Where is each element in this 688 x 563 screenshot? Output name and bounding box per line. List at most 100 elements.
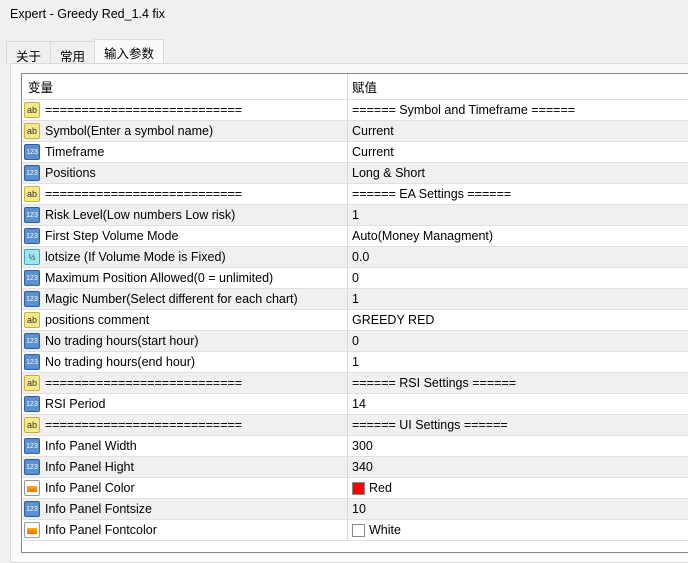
value-text: Current (352, 145, 394, 159)
table-row[interactable]: 123 Info Panel Hight 340 (22, 457, 688, 478)
value-text: 300 (352, 439, 373, 453)
variable-cell: ab =========================== (22, 184, 348, 204)
value-text: 340 (352, 460, 373, 474)
value-text: 0 (352, 334, 359, 348)
value-cell[interactable]: 340 (348, 457, 688, 477)
color-swatch (352, 523, 365, 537)
integer-type-icon: 123 (24, 438, 40, 454)
integer-type-icon: 123 (24, 291, 40, 307)
value-cell[interactable]: Red (348, 478, 688, 498)
table-row[interactable]: 123 RSI Period 14 (22, 394, 688, 415)
value-cell[interactable]: 0.0 (348, 247, 688, 267)
variable-name: Risk Level(Low numbers Low risk) (45, 208, 236, 222)
variable-cell: ab =========================== (22, 373, 348, 393)
value-cell[interactable]: White (348, 520, 688, 540)
table-row[interactable]: Info Panel Color Red (22, 478, 688, 499)
integer-type-icon: 123 (24, 270, 40, 286)
variable-name: Info Panel Width (45, 439, 137, 453)
string-type-icon: ab (24, 417, 40, 433)
variable-cell: 123 No trading hours(end hour) (22, 352, 348, 372)
integer-type-icon: 123 (24, 501, 40, 517)
value-cell[interactable]: 14 (348, 394, 688, 414)
table-row[interactable]: ½ lotsize (If Volume Mode is Fixed) 0.0 (22, 247, 688, 268)
variable-cell: 123 Risk Level(Low numbers Low risk) (22, 205, 348, 225)
value-cell[interactable]: Current (348, 121, 688, 141)
table-row[interactable]: 123 Magic Number(Select different for eac… (22, 289, 688, 310)
variable-cell: Info Panel Color (22, 478, 348, 498)
variable-cell: ½ lotsize (If Volume Mode is Fixed) (22, 247, 348, 267)
variable-cell: 123 No trading hours(start hour) (22, 331, 348, 351)
tab-about[interactable]: 关于 (6, 41, 52, 64)
value-cell[interactable]: ====== RSI Settings ====== (348, 373, 688, 393)
variable-name: =========================== (45, 103, 243, 117)
value-cell[interactable]: ====== EA Settings ====== (348, 184, 688, 204)
variable-name: Info Panel Fontcolor (45, 523, 157, 537)
value-cell[interactable]: 1 (348, 352, 688, 372)
value-text: Red (369, 481, 392, 495)
table-row[interactable]: 123 Maximum Position Allowed(0 = unlimite… (22, 268, 688, 289)
variable-name: Positions (45, 166, 96, 180)
tab-inputs[interactable]: 输入参数 (94, 39, 165, 63)
table-row[interactable]: ab =========================== ====== RSI … (22, 373, 688, 394)
integer-type-icon: 123 (24, 207, 40, 223)
variable-cell: ab =========================== (22, 100, 348, 120)
value-cell[interactable]: 300 (348, 436, 688, 456)
variable-cell: 123 Magic Number(Select different for eac… (22, 289, 348, 309)
table-row[interactable]: ab =========================== ====== Symb… (22, 100, 688, 121)
variable-cell: ab Symbol(Enter a symbol name) (22, 121, 348, 141)
integer-type-icon: 123 (24, 228, 40, 244)
table-row[interactable]: ab Symbol(Enter a symbol name) Current (22, 121, 688, 142)
tab-common[interactable]: 常用 (50, 41, 96, 64)
tab-bar: 关于 常用 输入参数 (6, 39, 165, 64)
value-cell[interactable]: GREEDY RED (348, 310, 688, 330)
value-cell[interactable]: Current (348, 142, 688, 162)
variable-cell: ab positions comment (22, 310, 348, 330)
variable-name: No trading hours(end hour) (45, 355, 196, 369)
table-header: 变量 赋值 (22, 74, 688, 100)
header-variable[interactable]: 变量 (22, 74, 348, 99)
value-cell[interactable]: 0 (348, 268, 688, 288)
value-text: 10 (352, 502, 366, 516)
window-title: Expert - Greedy Red_1.4 fix (10, 7, 165, 21)
table-row[interactable]: ab =========================== ====== EA S… (22, 184, 688, 205)
value-cell[interactable]: 1 (348, 289, 688, 309)
table-row[interactable]: 123 First Step Volume Mode Auto(Money Mana… (22, 226, 688, 247)
variable-name: Maximum Position Allowed(0 = unlimited) (45, 271, 274, 285)
table-row[interactable]: 123 Timeframe Current (22, 142, 688, 163)
table-row[interactable]: 123 Info Panel Fontsize 10 (22, 499, 688, 520)
value-text: 14 (352, 397, 366, 411)
value-text: GREEDY RED (352, 313, 435, 327)
value-cell[interactable]: 1 (348, 205, 688, 225)
value-text: Current (352, 124, 394, 138)
integer-type-icon: 123 (24, 144, 40, 160)
header-value[interactable]: 赋值 (348, 74, 688, 99)
value-text: Auto(Money Managment) (352, 229, 494, 243)
value-cell[interactable]: Auto(Money Managment) (348, 226, 688, 246)
variable-cell: Info Panel Fontcolor (22, 520, 348, 540)
value-cell[interactable]: 10 (348, 499, 688, 519)
variable-name: =========================== (45, 376, 243, 390)
variable-name: Info Panel Color (45, 481, 135, 495)
table-row[interactable]: 123 No trading hours(start hour) 0 (22, 331, 688, 352)
value-cell[interactable]: ====== Symbol and Timeframe ====== (348, 100, 688, 120)
table-row[interactable]: ab positions comment GREEDY RED (22, 310, 688, 331)
table-row[interactable]: 123 Info Panel Width 300 (22, 436, 688, 457)
table-row[interactable]: ab =========================== ====== UI S… (22, 415, 688, 436)
table-row[interactable]: Info Panel Fontcolor White (22, 520, 688, 541)
value-cell[interactable]: Long & Short (348, 163, 688, 183)
table-row[interactable]: 123 Risk Level(Low numbers Low risk) 1 (22, 205, 688, 226)
value-cell[interactable]: ====== UI Settings ====== (348, 415, 688, 435)
table-row[interactable]: 123 No trading hours(end hour) 1 (22, 352, 688, 373)
variable-cell: ab =========================== (22, 415, 348, 435)
table-row[interactable]: 123 Positions Long & Short (22, 163, 688, 184)
value-cell[interactable]: 0 (348, 331, 688, 351)
value-text: 1 (352, 208, 359, 222)
variable-name: Info Panel Hight (45, 460, 134, 474)
value-text: ====== UI Settings ====== (352, 418, 508, 432)
variable-cell: 123 Maximum Position Allowed(0 = unlimite… (22, 268, 348, 288)
integer-type-icon: 123 (24, 333, 40, 349)
integer-type-icon: 123 (24, 165, 40, 181)
variable-cell: 123 Info Panel Width (22, 436, 348, 456)
integer-type-icon: 123 (24, 396, 40, 412)
parameters-table: 变量 赋值 ab =========================== =====… (21, 73, 688, 553)
